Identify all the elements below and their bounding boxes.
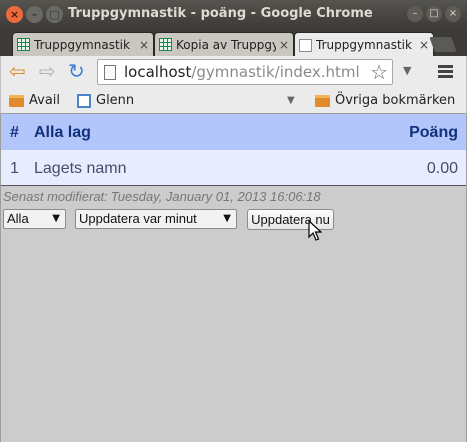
interval-value: Uppdatera var minut: [79, 211, 197, 226]
tab-close-icon[interactable]: ×: [139, 37, 149, 53]
filter-value: Alla: [7, 211, 29, 226]
modified-value: Tuesday, January 01, 2013 16:06:18: [110, 189, 321, 204]
spreadsheet-icon: [17, 38, 30, 51]
window-controls: × – □: [6, 6, 63, 23]
minimize-icon[interactable]: –: [407, 6, 423, 22]
header-score: Poäng: [409, 124, 458, 141]
close-icon[interactable]: ×: [445, 6, 461, 22]
tab-truppgymnastik-sheet[interactable]: Truppgymnastik ×: [12, 32, 154, 56]
url-text[interactable]: localhost/gymnastik/index.html: [124, 62, 370, 82]
table-row: 1 Lagets namn 0.00: [1, 150, 466, 186]
address-bar[interactable]: localhost/gymnastik/index.html ☆: [97, 59, 393, 85]
tab-kopia[interactable]: Kopia av Truppgym ×: [154, 32, 294, 56]
tab-label: Truppgymnastik: [316, 38, 412, 52]
header-team: Alla lag: [34, 124, 91, 141]
row-num: 1: [10, 160, 19, 177]
close-window-button[interactable]: ×: [6, 6, 23, 23]
folder-icon: [315, 94, 330, 107]
maximize-window-button[interactable]: □: [46, 6, 63, 23]
tab-label: Kopia av Truppgym: [176, 37, 276, 52]
chevron-down-icon[interactable]: ▼: [287, 94, 295, 108]
last-modified: Senast modifierat: Tuesday, January 01, 2…: [3, 189, 321, 205]
tab-truppgymnastik-active[interactable]: Truppgymnastik ×: [294, 32, 434, 57]
bookmark-icon: [77, 93, 91, 108]
interval-select[interactable]: Uppdatera var minut ▼: [75, 209, 237, 229]
reload-icon[interactable]: ↻: [68, 60, 85, 82]
filter-select[interactable]: Alla ▼: [3, 209, 66, 229]
tab-label: Truppgymnastik: [34, 37, 130, 52]
bookmark-star-icon[interactable]: ☆: [370, 62, 388, 82]
row-team: Lagets namn: [34, 160, 127, 177]
tab-strip: Truppgymnastik × Kopia av Truppgym × Tru…: [0, 28, 467, 57]
bookmark-other[interactable]: Övriga bokmärken: [315, 92, 455, 109]
chevron-down-icon: ▼: [52, 213, 60, 224]
bookmarks-bar: Avail Glenn ▼ Övriga bokmärken: [0, 88, 467, 114]
window-titlebar: × – □ Truppgymnastik - poäng - Google Ch…: [0, 0, 467, 28]
restore-icon[interactable]: □: [426, 6, 442, 22]
tab-close-icon[interactable]: ×: [419, 37, 429, 53]
document-icon: [299, 38, 312, 52]
bookmark-avail[interactable]: Avail: [9, 92, 60, 109]
update-now-button[interactable]: Uppdatera nu: [247, 209, 334, 230]
modified-label: Senast modifierat:: [3, 189, 108, 204]
browser-toolbar: ⇦ ⇨ ↻ localhost/gymnastik/index.html ☆ ▼: [0, 56, 467, 88]
tab-close-icon[interactable]: ×: [279, 37, 289, 53]
spreadsheet-icon: [159, 38, 172, 51]
bookmark-label: Glenn: [96, 93, 135, 108]
bookmark-label: Avail: [29, 93, 61, 108]
minimize-window-button[interactable]: –: [26, 6, 43, 23]
row-score: 0.00: [426, 160, 458, 177]
forward-icon[interactable]: ⇨: [39, 60, 56, 82]
bookmark-label: Övriga bokmärken: [335, 93, 456, 108]
new-tab-button[interactable]: [429, 37, 457, 52]
bookmark-glenn[interactable]: Glenn: [77, 92, 134, 109]
menu-icon[interactable]: [438, 65, 453, 80]
back-icon[interactable]: ⇦: [9, 60, 26, 82]
chevron-down-icon[interactable]: ▼: [403, 64, 411, 78]
page-content: # Alla lag Poäng 1 Lagets namn 0.00 Sena…: [0, 114, 467, 442]
title-actions: – □ ×: [407, 6, 461, 22]
chevron-down-icon: ▼: [223, 213, 231, 224]
table-header: # Alla lag Poäng: [1, 114, 466, 150]
page-icon: [104, 64, 116, 80]
header-num: #: [10, 124, 19, 141]
window-title: Truppgymnastik - poäng - Google Chrome: [68, 6, 373, 21]
folder-icon: [9, 94, 24, 107]
